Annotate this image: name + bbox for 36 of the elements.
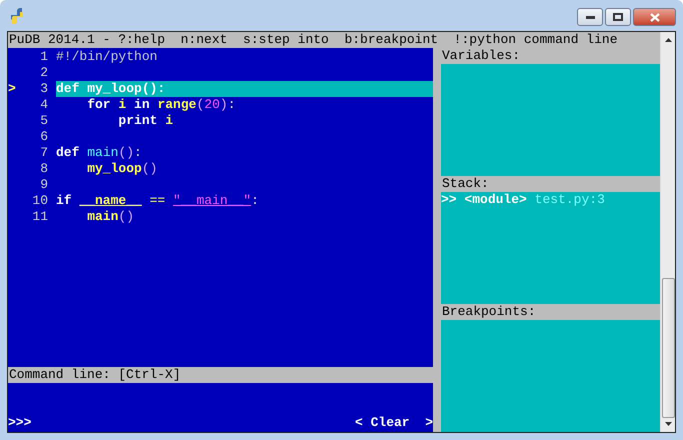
- line-number: 3: [39, 81, 48, 97]
- code-line: my_loop(): [86, 161, 158, 177]
- scroll-thumb[interactable]: [662, 278, 674, 418]
- close-button[interactable]: [633, 8, 676, 26]
- code-line: if __name__ == "__main__":: [56, 193, 260, 209]
- line-number: 1: [39, 49, 48, 65]
- line-number: 5: [39, 113, 48, 129]
- line-number: 8: [39, 161, 48, 177]
- line-number: 9: [39, 177, 48, 193]
- line-number: 4: [39, 97, 48, 113]
- maximize-icon: [613, 13, 623, 21]
- stack-title: Stack:: [441, 176, 660, 192]
- code-line: main(): [86, 209, 136, 225]
- line-number: 11: [31, 209, 48, 225]
- variables-title: Variables:: [441, 48, 660, 64]
- code-line: #!/bin/python: [56, 49, 158, 65]
- app-icon: [9, 8, 25, 24]
- prompt: >>>: [8, 415, 32, 431]
- line-number: 10: [31, 193, 48, 209]
- code-line: def main():: [56, 145, 143, 161]
- breakpoints-title: Breakpoints:: [441, 304, 660, 320]
- scroll-up-icon[interactable]: [664, 38, 672, 42]
- scroll-down-icon[interactable]: [664, 422, 672, 426]
- header-bar: PuDB 2014.1 - ?:help n:next s:step into b:breakpoint !:python command line: [8, 32, 660, 48]
- line-number: 6: [39, 129, 48, 145]
- minimize-icon: [586, 16, 594, 18]
- code-line: for i in range(20):: [86, 97, 236, 113]
- clear-button[interactable]: < Clear >: [354, 415, 433, 431]
- minimize-button[interactable]: [577, 8, 603, 26]
- command-line-title: Command line: [Ctrl-X]: [8, 367, 433, 383]
- maximize-button[interactable]: [605, 8, 631, 26]
- line-number: 2: [39, 65, 48, 81]
- code-line: print i: [117, 113, 174, 129]
- line-number: 7: [39, 145, 48, 161]
- current-line-marker: >: [8, 81, 16, 97]
- close-icon: [650, 12, 660, 22]
